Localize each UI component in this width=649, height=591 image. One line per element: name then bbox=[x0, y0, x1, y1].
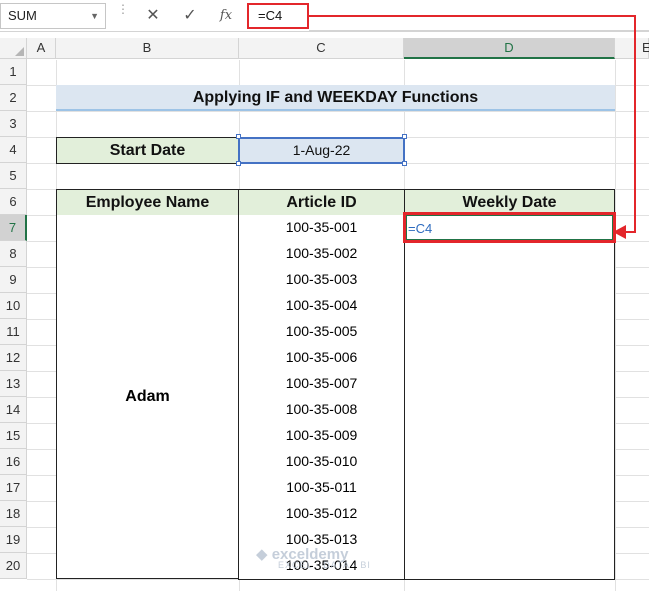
weekly-date-cell[interactable] bbox=[404, 345, 615, 372]
weekly-date-cell[interactable] bbox=[404, 553, 615, 580]
row-header-3[interactable]: 3 bbox=[0, 111, 27, 137]
active-cell-border bbox=[406, 215, 613, 240]
select-all-button[interactable] bbox=[0, 38, 27, 59]
row-header-2[interactable]: 2 bbox=[0, 85, 27, 111]
watermark: ◆ exceldemy EXCEL · DATA · BI bbox=[256, 545, 371, 570]
row-header-14[interactable]: 14 bbox=[0, 397, 27, 423]
weekly-date-cell[interactable] bbox=[404, 527, 615, 554]
article-id-cell[interactable]: 100-35-003 bbox=[238, 267, 405, 294]
sheet-title[interactable]: Applying IF and WEEKDAY Functions bbox=[56, 85, 615, 111]
row-header-7[interactable]: 7 bbox=[0, 215, 27, 241]
weekly-date-cell[interactable] bbox=[404, 293, 615, 320]
column-header-a[interactable]: A bbox=[27, 38, 56, 59]
enter-button[interactable]: ✓ bbox=[179, 5, 201, 27]
weekly-date-cell[interactable] bbox=[404, 267, 615, 294]
weekly-date-cell[interactable] bbox=[404, 397, 615, 424]
article-id-cell[interactable]: 100-35-008 bbox=[238, 397, 405, 424]
weekly-date-cell[interactable] bbox=[404, 423, 615, 450]
grid-line bbox=[615, 60, 616, 591]
weekly-date-cell[interactable] bbox=[404, 449, 615, 476]
annotation-arrow-line bbox=[309, 15, 636, 17]
annotation-arrow-line bbox=[634, 15, 636, 233]
row-header-8[interactable]: 8 bbox=[0, 241, 27, 267]
row-header-18[interactable]: 18 bbox=[0, 501, 27, 527]
active-cell-d7[interactable]: =C4 bbox=[403, 212, 616, 243]
row-header-1[interactable]: 1 bbox=[0, 59, 27, 85]
range-handle[interactable] bbox=[236, 134, 241, 139]
header-employee-name[interactable]: Employee Name bbox=[56, 189, 239, 216]
formula-input[interactable]: =C4 bbox=[247, 3, 309, 29]
row-header-15[interactable]: 15 bbox=[0, 423, 27, 449]
article-id-cell[interactable]: 100-35-001 bbox=[238, 215, 405, 242]
row-header-13[interactable]: 13 bbox=[0, 371, 27, 397]
range-handle[interactable] bbox=[402, 161, 407, 166]
weekly-date-cell[interactable] bbox=[404, 475, 615, 502]
employee-name: Adam bbox=[125, 387, 170, 405]
article-id-cell[interactable]: 100-35-007 bbox=[238, 371, 405, 398]
row-header-16[interactable]: 16 bbox=[0, 449, 27, 475]
article-id-cell[interactable]: 100-35-002 bbox=[238, 241, 405, 268]
weekly-date-cell[interactable] bbox=[404, 241, 615, 268]
article-id-cell[interactable]: 100-35-009 bbox=[238, 423, 405, 450]
article-id-cell[interactable]: 100-35-004 bbox=[238, 293, 405, 320]
chevron-down-icon[interactable]: ▼ bbox=[90, 4, 99, 28]
weekly-date-cell[interactable] bbox=[404, 319, 615, 346]
start-date-label[interactable]: Start Date bbox=[56, 137, 239, 164]
row-header-20[interactable]: 20 bbox=[0, 553, 27, 579]
row-header-12[interactable]: 12 bbox=[0, 345, 27, 371]
range-handle[interactable] bbox=[236, 161, 241, 166]
cancel-button[interactable]: ✕ bbox=[142, 5, 164, 27]
name-box-value: SUM bbox=[8, 8, 37, 23]
insert-function-button[interactable]: fx bbox=[215, 5, 237, 27]
active-cell-text: =C4 bbox=[408, 221, 433, 236]
row-header-4[interactable]: 4 bbox=[0, 137, 27, 163]
arrowhead-icon bbox=[613, 225, 626, 239]
row-header-17[interactable]: 17 bbox=[0, 475, 27, 501]
watermark-tagline: EXCEL · DATA · BI bbox=[278, 560, 371, 570]
employee-name-cell[interactable]: Adam bbox=[56, 215, 239, 579]
start-date-cell[interactable]: 1-Aug-22 bbox=[238, 137, 405, 164]
column-header-e[interactable]: E bbox=[615, 38, 649, 59]
watermark-logo-icon: ◆ bbox=[256, 546, 268, 563]
range-handle[interactable] bbox=[402, 134, 407, 139]
column-header-c[interactable]: C bbox=[239, 38, 404, 59]
row-header-6[interactable]: 6 bbox=[0, 189, 27, 215]
row-header-9[interactable]: 9 bbox=[0, 267, 27, 293]
row-header-5[interactable]: 5 bbox=[0, 163, 27, 189]
weekly-date-cell[interactable] bbox=[404, 501, 615, 528]
row-header-19[interactable]: 19 bbox=[0, 527, 27, 553]
column-header-b[interactable]: B bbox=[56, 38, 239, 59]
header-article-id[interactable]: Article ID bbox=[238, 189, 405, 216]
article-id-cell[interactable]: 100-35-010 bbox=[238, 449, 405, 476]
weekly-date-cell[interactable] bbox=[404, 371, 615, 398]
article-id-cell[interactable]: 100-35-011 bbox=[238, 475, 405, 502]
column-header-d[interactable]: D bbox=[404, 38, 615, 59]
article-id-cell[interactable]: 100-35-005 bbox=[238, 319, 405, 346]
row-header-10[interactable]: 10 bbox=[0, 293, 27, 319]
formula-bar-underline bbox=[309, 30, 649, 31]
row-header-11[interactable]: 11 bbox=[0, 319, 27, 345]
article-id-cell[interactable]: 100-35-006 bbox=[238, 345, 405, 372]
name-box[interactable]: SUM ▼ bbox=[0, 3, 106, 29]
article-id-cell[interactable]: 100-35-012 bbox=[238, 501, 405, 528]
drag-handle-icon[interactable]: ⋮ bbox=[117, 3, 129, 15]
